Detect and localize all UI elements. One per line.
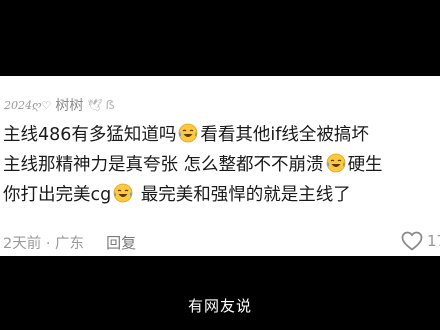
- laughing-crying-emoji-icon: [113, 183, 133, 203]
- comment-text: 主线那精神力是真夸张 怎么整都不不崩溃: [3, 155, 324, 175]
- comment-line: 主线486有多猛知道吗 看看其他if线全被搞坏: [3, 120, 440, 150]
- comment-text: 主线486有多猛知道吗: [3, 125, 177, 145]
- video-caption: 有网友说: [187, 297, 252, 315]
- laughing-crying-emoji-icon: [326, 153, 345, 173]
- comment-text: 你打出完美cg: [3, 185, 112, 205]
- comment-body: 主线486有多猛知道吗 看看其他if线全被搞坏 主线那精神力是真夸张 怎么整都不不…: [3, 120, 440, 210]
- reply-button[interactable]: 回复: [106, 232, 136, 253]
- comment-author-row[interactable]: 2024ღ♡ 树树 🕊 ẞ: [4, 94, 118, 116]
- comment-card: 2024ღ♡ 树树 🕊 ẞ 主线486有多猛知道吗 看看其他if线全被搞坏 主线那…: [0, 76, 440, 256]
- comment-line: 主线那精神力是真夸张 怎么整都不不崩溃 硬生: [3, 150, 440, 180]
- comment-time-location: 2天前 · 广东: [3, 235, 85, 252]
- author-badge: ẞ: [105, 98, 115, 112]
- comment-text: 最完美和强悍的就是主线了: [135, 185, 351, 205]
- comment-text: 看看其他if线全被搞坏: [200, 125, 369, 145]
- comment-text: 硬生: [347, 155, 383, 175]
- like-button[interactable]: 17: [401, 231, 440, 251]
- heart-icon[interactable]: [401, 231, 423, 251]
- comment-line: 你打出完美cg 最完美和强悍的就是主线了: [3, 180, 440, 210]
- like-count: 17: [427, 232, 440, 250]
- dove-icon: 🕊: [87, 98, 103, 112]
- comment-meta-row: 2天前 · 广东 回复 17: [3, 231, 440, 253]
- author-name[interactable]: 树树: [55, 95, 83, 115]
- laughing-crying-emoji-icon: [179, 123, 198, 143]
- author-tag: 2024ღ♡: [4, 98, 52, 112]
